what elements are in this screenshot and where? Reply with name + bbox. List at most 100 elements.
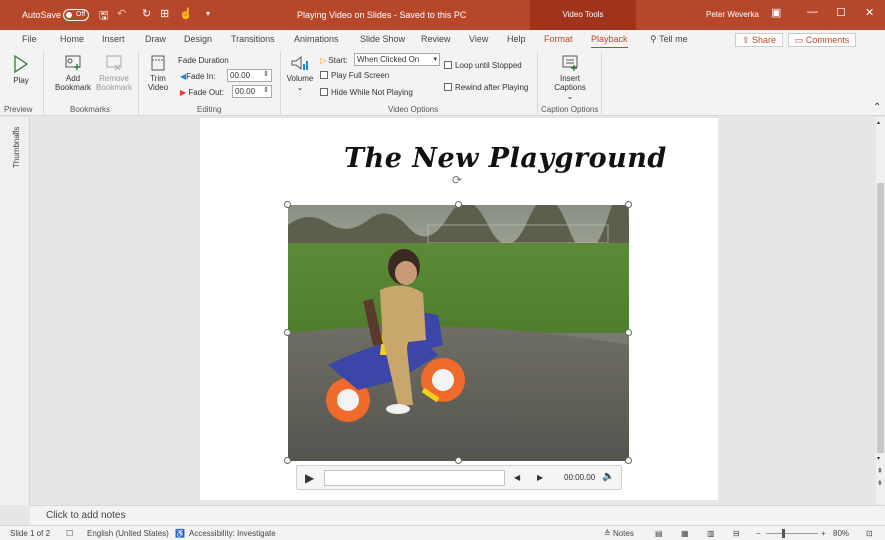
ribbon-playback: Play Preview Add Bookmark Remove Bookmar… bbox=[0, 48, 885, 116]
scrollbar-thumb[interactable] bbox=[877, 183, 884, 453]
tab-insert[interactable]: Insert bbox=[102, 34, 125, 44]
tab-slide-show[interactable]: Slide Show bbox=[360, 34, 405, 44]
comment-icon: ▭ bbox=[794, 35, 804, 45]
loop-until-stopped-checkbox[interactable]: Loop until Stopped bbox=[444, 61, 522, 70]
accessibility-icon[interactable]: ♿ bbox=[175, 529, 185, 538]
title-bar: AutoSave Off 🖫 ↶ ↻ ⊞ ☝ ▾ Playing Video o… bbox=[0, 0, 885, 30]
zoom-in-icon[interactable]: + bbox=[821, 529, 826, 538]
zoom-slider[interactable] bbox=[766, 529, 818, 538]
resize-handle-bottom-right[interactable] bbox=[625, 457, 632, 464]
scroll-down-icon[interactable]: ▾ bbox=[877, 455, 880, 462]
insert-captions-label-1: Insert bbox=[559, 74, 580, 83]
comments-button[interactable]: ▭ Comments bbox=[788, 33, 856, 47]
trim-video-button[interactable]: Trim Video bbox=[145, 54, 171, 92]
customize-qat-icon[interactable]: ▾ bbox=[206, 9, 210, 18]
tab-home[interactable]: Home bbox=[60, 34, 84, 44]
video-frame[interactable] bbox=[288, 205, 629, 461]
language-status[interactable]: English (United States) bbox=[87, 529, 169, 538]
present-icon[interactable]: ⊞ bbox=[160, 7, 169, 20]
rewind-after-playing-checkbox[interactable]: Rewind after Playing bbox=[444, 83, 528, 92]
thumbnails-label[interactable]: Thumbnails bbox=[12, 127, 21, 168]
resize-handle-top[interactable] bbox=[455, 201, 462, 208]
spinner-icon[interactable]: ⇕ bbox=[263, 69, 269, 80]
player-play-icon[interactable]: ▶ bbox=[305, 471, 314, 485]
zoom-out-icon[interactable]: − bbox=[756, 529, 761, 538]
tab-playback[interactable]: Playback bbox=[591, 34, 628, 49]
resize-handle-right[interactable] bbox=[625, 329, 632, 336]
fade-in-input[interactable]: 00.00 ⇕ bbox=[227, 69, 272, 82]
normal-view-icon[interactable]: ▤ bbox=[655, 529, 663, 538]
group-editing-label: Editing bbox=[197, 105, 222, 114]
notes-toggle[interactable]: ≙ Notes bbox=[604, 529, 634, 538]
share-button[interactable]: ⇪ Share bbox=[735, 33, 783, 47]
group-preview-label: Preview bbox=[4, 105, 33, 114]
play-button[interactable]: Play bbox=[8, 54, 34, 85]
slide-show-icon[interactable]: ⊟ bbox=[733, 529, 740, 538]
hide-while-not-playing-checkbox[interactable]: Hide While Not Playing bbox=[320, 88, 413, 97]
vertical-scrollbar[interactable]: ▴ ▾ ⇞ ⇟ bbox=[876, 117, 885, 505]
reading-view-icon[interactable]: ▥ bbox=[707, 529, 715, 538]
resize-handle-bottom[interactable] bbox=[455, 457, 462, 464]
scroll-up-icon[interactable]: ▴ bbox=[877, 119, 880, 126]
autosave-toggle[interactable]: Off bbox=[63, 9, 89, 21]
maximize-icon[interactable]: ☐ bbox=[836, 6, 846, 19]
group-divider bbox=[537, 52, 538, 114]
chevron-down-icon: ▾ bbox=[433, 56, 437, 63]
next-slide-icon[interactable]: ⇟ bbox=[877, 479, 883, 487]
tab-file[interactable]: File bbox=[22, 34, 37, 44]
volume-button[interactable]: Volume ⌄ bbox=[285, 54, 315, 92]
tell-me-search[interactable]: ⚲ Tell me bbox=[650, 34, 688, 45]
previous-slide-icon[interactable]: ⇞ bbox=[877, 467, 883, 475]
autosave-label: AutoSave bbox=[22, 10, 62, 20]
mute-icon[interactable]: 🔈 bbox=[602, 471, 614, 482]
spinner-icon[interactable]: ⇕ bbox=[263, 85, 269, 96]
zoom-slider-thumb[interactable] bbox=[782, 529, 785, 538]
tab-review[interactable]: Review bbox=[421, 34, 451, 44]
zoom-level[interactable]: 80% bbox=[833, 529, 849, 538]
tab-draw[interactable]: Draw bbox=[145, 34, 166, 44]
start-label: ▷ Start: bbox=[320, 56, 348, 65]
tab-help[interactable]: Help bbox=[507, 34, 526, 44]
user-name[interactable]: Peter Weverka bbox=[706, 10, 759, 19]
trim-label-1: Trim bbox=[150, 74, 166, 83]
insert-captions-button[interactable]: Insert Captions ⌄ bbox=[550, 54, 590, 101]
start-icon: ▷ bbox=[320, 56, 327, 65]
undo-icon[interactable]: ↶ bbox=[117, 7, 126, 20]
rotate-handle-icon[interactable]: ⟳ bbox=[452, 173, 462, 187]
touch-mode-icon[interactable]: ☝ bbox=[179, 7, 193, 20]
start-select[interactable]: When Clicked On ▾ bbox=[354, 53, 440, 66]
resize-handle-bottom-left[interactable] bbox=[284, 457, 291, 464]
remove-bookmark-button[interactable]: Remove Bookmark bbox=[94, 54, 134, 92]
tab-design[interactable]: Design bbox=[184, 34, 212, 44]
play-full-screen-checkbox[interactable]: Play Full Screen bbox=[320, 71, 389, 80]
save-icon[interactable]: 🖫 bbox=[99, 7, 108, 26]
tab-transitions[interactable]: Transitions bbox=[231, 34, 275, 44]
redo-icon[interactable]: ↻ bbox=[142, 7, 151, 20]
tab-format[interactable]: Format bbox=[544, 34, 573, 44]
slide-title[interactable]: The New Playground bbox=[344, 143, 667, 174]
ribbon-display-icon[interactable]: ▣ bbox=[771, 6, 781, 19]
tab-animations[interactable]: Animations bbox=[294, 34, 339, 44]
seek-bar[interactable] bbox=[324, 470, 505, 486]
minimize-icon[interactable]: — bbox=[807, 6, 818, 18]
add-bookmark-button[interactable]: Add Bookmark bbox=[54, 54, 92, 92]
group-caption-options-label: Caption Options bbox=[541, 105, 599, 114]
fit-to-window-icon[interactable]: ⊡ bbox=[866, 529, 873, 538]
close-icon[interactable]: ✕ bbox=[865, 6, 874, 19]
notes-pane[interactable]: Click to add notes bbox=[30, 505, 885, 525]
trim-label-2: Video bbox=[147, 83, 169, 92]
checkbox-box bbox=[444, 83, 452, 91]
slide-sorter-icon[interactable]: ▦ bbox=[681, 529, 689, 538]
spelling-icon[interactable]: ☐ bbox=[66, 529, 73, 538]
move-forward-icon[interactable]: ▶ bbox=[537, 473, 543, 482]
resize-handle-left[interactable] bbox=[284, 329, 291, 336]
play-icon bbox=[14, 54, 29, 74]
move-back-icon[interactable]: ◀ bbox=[514, 473, 520, 482]
resize-handle-top-right[interactable] bbox=[625, 201, 632, 208]
resize-handle-top-left[interactable] bbox=[284, 201, 291, 208]
accessibility-status[interactable]: Accessibility: Investigate bbox=[189, 529, 276, 538]
thumbnails-pane: › bbox=[0, 117, 30, 505]
fade-out-input[interactable]: 00.00 ⇕ bbox=[232, 85, 272, 98]
collapse-ribbon-icon[interactable]: ⌃ bbox=[873, 103, 881, 113]
tab-view[interactable]: View bbox=[469, 34, 488, 44]
